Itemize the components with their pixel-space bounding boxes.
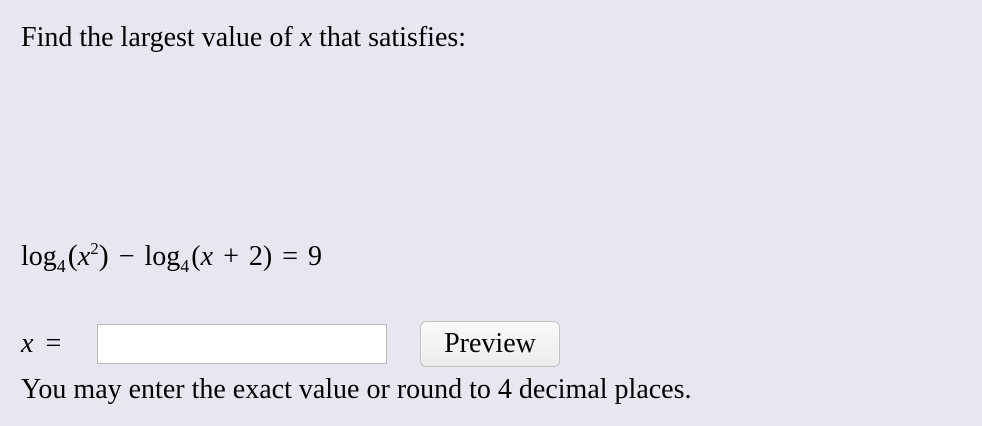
prompt-text-after: that satisfies: xyxy=(312,22,467,53)
argument-1-variable: x xyxy=(77,241,91,272)
log-function-1: log xyxy=(21,241,57,272)
answer-hint: You may enter the exact value or round t… xyxy=(21,374,692,405)
equation: log4(x2) − log4(x +2) = 9 xyxy=(21,236,322,280)
equation-rhs: 9 xyxy=(307,241,322,272)
log-base-2: 4 xyxy=(180,256,190,276)
argument-1-exponent: 2 xyxy=(90,239,99,258)
answer-variable: x xyxy=(21,328,34,359)
prompt-text-before: Find the largest value of xyxy=(21,22,300,53)
plus-operator: + xyxy=(223,241,239,272)
close-paren-1: ) xyxy=(98,239,109,272)
equals-operator: = xyxy=(282,241,298,272)
log-base-1: 4 xyxy=(56,256,66,276)
problem-prompt: Find the largest value of x that satisfi… xyxy=(21,20,466,56)
argument-2-constant: 2 xyxy=(248,241,263,272)
close-paren-2: ) xyxy=(262,241,273,272)
answer-equals: = xyxy=(45,328,62,359)
open-paren-1: ( xyxy=(67,239,78,272)
answer-input[interactable] xyxy=(97,324,387,364)
preview-button[interactable]: Preview xyxy=(420,321,560,367)
argument-2-variable: x xyxy=(200,241,214,272)
minus-operator: − xyxy=(118,241,135,272)
open-paren-2: ( xyxy=(191,241,201,272)
prompt-variable: x xyxy=(299,22,313,53)
log-function-2: log xyxy=(144,241,181,272)
answer-label: x = xyxy=(21,326,61,362)
